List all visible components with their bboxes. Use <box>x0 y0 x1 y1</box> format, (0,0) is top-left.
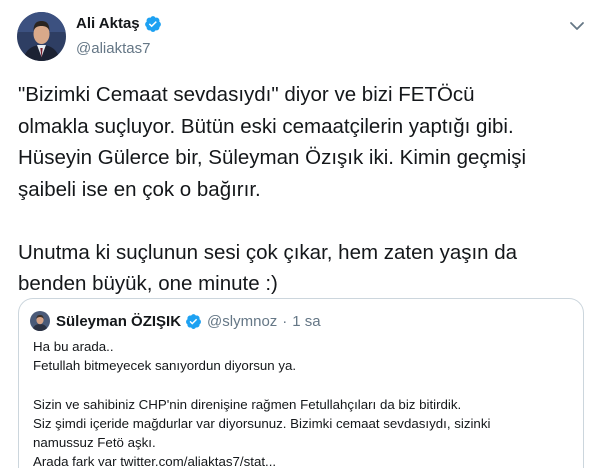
quoted-tweet[interactable]: Süleyman ÖZIŞIK @slymnoz · 1 sa Ha bu ar… <box>18 298 584 468</box>
quoted-tweet-header: Süleyman ÖZIŞIK @slymnoz · 1 sa <box>30 311 321 331</box>
quoted-tweet-text: Ha bu arada.. Fetullah bitmeyecek sanıyo… <box>33 339 491 468</box>
quoted-author-display-name: Süleyman ÖZIŞIK <box>56 312 182 330</box>
quoted-author-avatar <box>30 311 50 331</box>
quoted-timestamp: 1 sa <box>292 312 321 330</box>
verified-badge-icon <box>144 15 162 33</box>
quoted-separator-dot: · <box>282 312 288 330</box>
quoted-author-handle: @slymnoz <box>207 312 278 330</box>
author-avatar[interactable] <box>17 12 66 61</box>
author-display-name[interactable]: Ali Aktaş <box>76 13 140 35</box>
author-info: Ali Aktaş @aliaktas7 <box>76 13 162 59</box>
author-name-row: Ali Aktaş <box>76 13 162 35</box>
quoted-verified-badge-icon <box>185 313 202 330</box>
chevron-down-icon[interactable] <box>567 16 587 36</box>
tweet-card: Ali Aktaş @aliaktas7 "Bizimki Cemaat sev… <box>0 0 607 468</box>
author-handle[interactable]: @aliaktas7 <box>76 39 162 59</box>
tweet-text: "Bizimki Cemaat sevdasıydı" diyor ve biz… <box>18 83 527 295</box>
